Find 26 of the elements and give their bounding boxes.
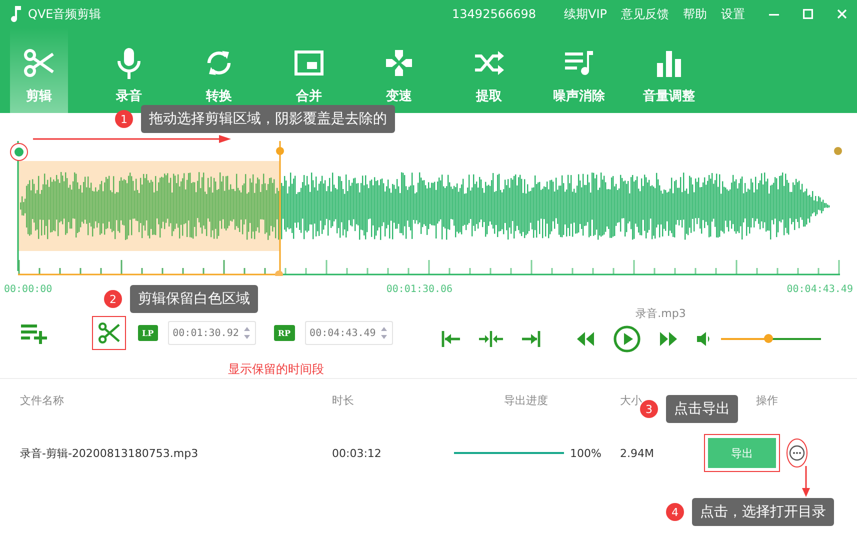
column-header: 时长 bbox=[332, 392, 355, 408]
progress-percent: 100% bbox=[570, 446, 602, 460]
column-header: 操作 bbox=[755, 392, 778, 408]
tooltip: 剪辑保留白色区域 bbox=[130, 285, 258, 313]
tooltip: 点击导出 bbox=[666, 395, 738, 423]
table-cell-text: 录音-剪辑-20200813180753.mp3 bbox=[20, 446, 200, 460]
column-header: 大小 bbox=[620, 392, 643, 408]
table-cell-text: 00:03:12 bbox=[332, 446, 382, 460]
tooltip: 点击，选择打开目录 bbox=[692, 498, 834, 526]
step-number: 2 bbox=[104, 290, 122, 308]
table-cell-text: 2.94M bbox=[620, 446, 655, 460]
file-name: 录音.mp3 bbox=[636, 306, 686, 320]
step-number: 4 bbox=[666, 503, 684, 521]
column-header: 导出进度 bbox=[503, 392, 549, 408]
step-number: 3 bbox=[640, 400, 658, 418]
rp-badge: RP bbox=[274, 325, 295, 341]
middle-time: 00:01:30.06 bbox=[386, 284, 453, 295]
hint-text: 显示保留的时间段 bbox=[228, 362, 324, 376]
lp-badge: LP bbox=[138, 325, 158, 341]
column-header: 文件名称 bbox=[20, 392, 65, 408]
end-time: 00:04:43.49 bbox=[786, 284, 853, 295]
start-time: 00:00:00 bbox=[4, 284, 52, 295]
window-title: QVE音频剪辑 bbox=[28, 6, 102, 22]
account-number: 13492566698 bbox=[452, 7, 536, 21]
step-number: 1 bbox=[115, 110, 133, 128]
tooltip: 拖动选择剪辑区域，阴影覆盖是去除的 bbox=[141, 105, 395, 133]
